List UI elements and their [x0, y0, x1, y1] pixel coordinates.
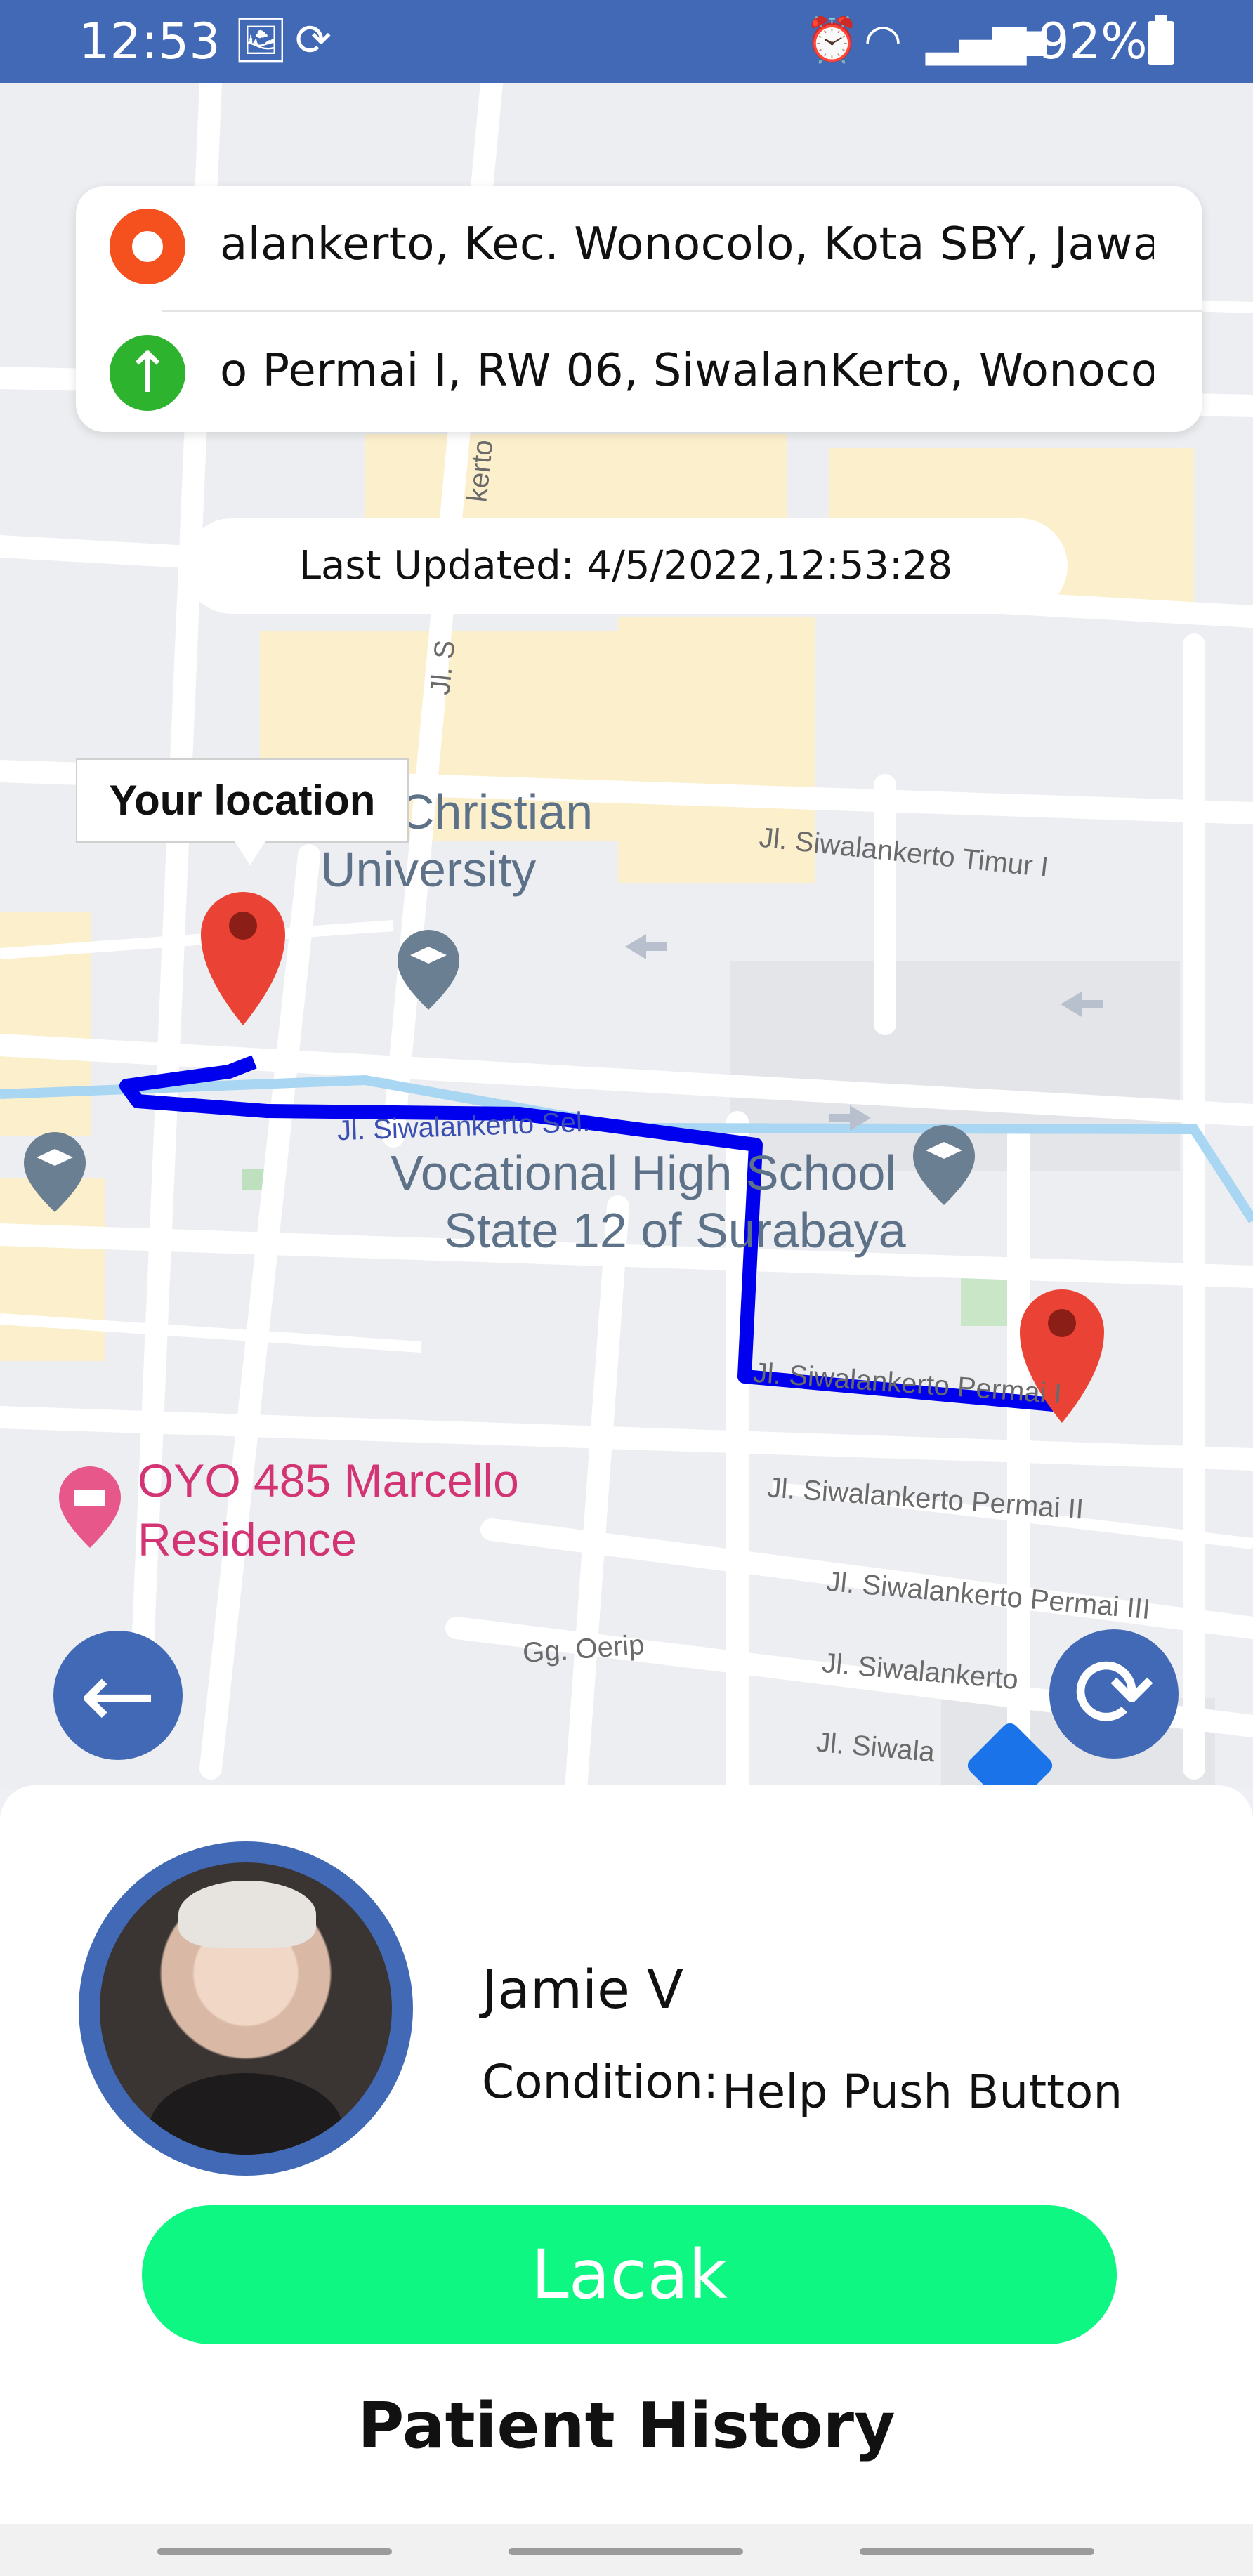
school-label-line1: Vocational High School [391, 1145, 896, 1200]
nav-home[interactable] [509, 2548, 743, 2555]
patient-sheet: Jamie V Condition: Help Push Button Laca… [0, 1785, 1253, 2576]
patient-photo [100, 1862, 392, 2155]
poi-label-line2: Residence [138, 1513, 357, 1565]
nav-back[interactable] [860, 2548, 1094, 2555]
destination-row[interactable]: ↑ o Permai I, RW 06, SiwalanKerto, Wonoc… [76, 313, 1202, 432]
back-button[interactable]: ← [53, 1631, 183, 1760]
poi-label-line1: OYO 485 Marcello [138, 1454, 519, 1506]
sync-icon: ⟳ [295, 14, 332, 65]
condition-value: Help Push Button [722, 2065, 1123, 2119]
signal-icon: ▂▄▆ [982, 24, 1047, 56]
arrow-left-icon: ← [79, 1642, 157, 1749]
patient-history-title: Patient History [357, 2389, 896, 2463]
origin-address: alankerto, Kec. Wonocolo, Kota SBY, Jawa… [220, 218, 1154, 270]
battery-percentage: 92% [1038, 13, 1148, 70]
route-card: alankerto, Kec. Wonocolo, Kota SBY, Jawa… [76, 186, 1202, 432]
navigation-bar [0, 2524, 1253, 2576]
university-label-line2: University [320, 842, 537, 897]
refresh-button[interactable]: ⟳ [1049, 1629, 1179, 1759]
condition-label: Condition: [482, 2055, 719, 2109]
school-label-line2: State 12 of Surabaya [444, 1203, 906, 1258]
wifi-icon: ◠ [864, 14, 903, 65]
alarm-icon: ⏰ [805, 14, 860, 65]
origin-row[interactable]: alankerto, Kec. Wonocolo, Kota SBY, Jawa… [76, 186, 1202, 305]
school-label: Vocational High School [391, 1145, 896, 1201]
arrow-up-icon: ↑ [110, 335, 185, 411]
refresh-icon: ⟳ [1072, 1636, 1155, 1751]
track-button[interactable]: Lacak [142, 2205, 1117, 2344]
university-label-line1: Christian [399, 784, 593, 839]
your-location-tooltip: Your location [76, 758, 409, 865]
destination-address: o Permai I, RW 06, SiwalanKerto, Wonocol… [220, 345, 1154, 397]
image-icon: 🖼 [233, 14, 289, 65]
poi-label: OYO 485 Marcello Residence [138, 1451, 519, 1569]
status-bar: 12:53 🖼 ⟳ ⏰ ◠ ▂▄▆ ▂▄▆ 92% [0, 0, 1253, 83]
school-label-2: State 12 of Surabaya [444, 1202, 906, 1259]
origin-icon [110, 209, 185, 284]
patient-name: Jamie V [482, 1958, 684, 2020]
street-label: kerto [461, 438, 499, 504]
street-label: Jl. S [424, 638, 461, 697]
last-updated-label: Last Updated: 4/5/2022,12:53:28 [184, 518, 1068, 614]
university-label-2: University [320, 841, 536, 898]
nav-recent-apps[interactable] [157, 2548, 392, 2555]
avatar [79, 1841, 413, 2176]
battery-icon [1148, 15, 1174, 65]
status-time: 12:53 [79, 13, 221, 70]
university-label: Christian [399, 784, 593, 840]
route-divider [162, 310, 1202, 312]
